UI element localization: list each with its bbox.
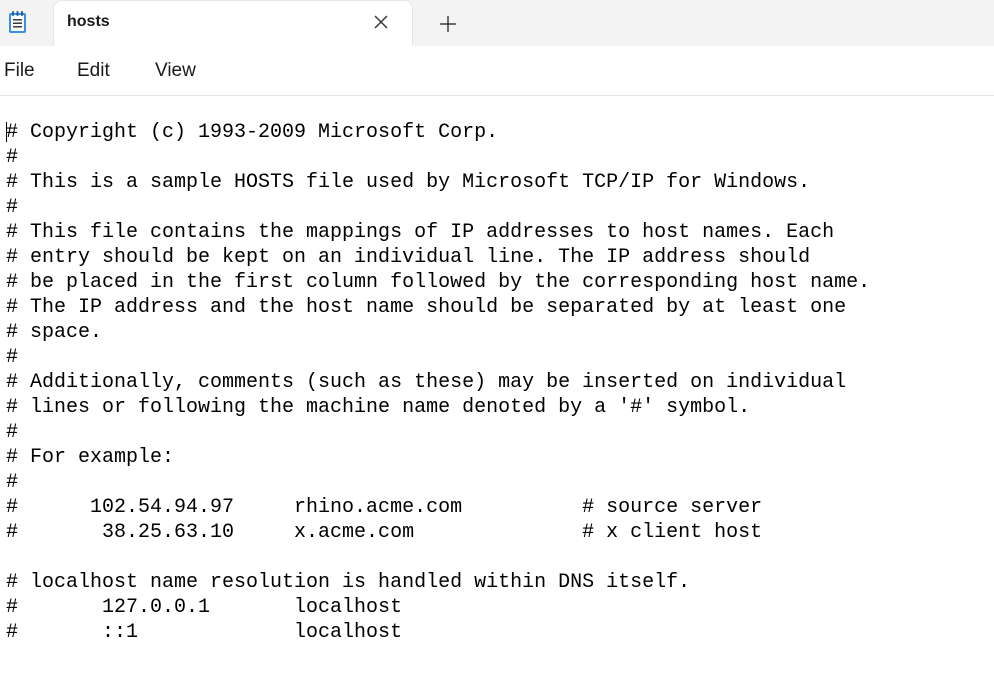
editor-line: # <box>6 471 19 494</box>
editor-line: # 102.54.94.97 rhino.acme.com # source s… <box>6 496 763 519</box>
editor-line: # be placed in the first column followed… <box>6 271 871 294</box>
tab-hosts[interactable]: hosts <box>54 1 412 46</box>
editor-lines: # Copyright (c) 1993-2009 Microsoft Corp… <box>6 120 870 645</box>
menu-bar: File Edit View <box>0 46 994 96</box>
editor-line: # <box>6 346 19 369</box>
editor-line: # This is a sample HOSTS file used by Mi… <box>6 171 811 194</box>
editor-line: # Copyright (c) 1993-2009 Microsoft Corp… <box>6 121 499 144</box>
editor-line: # entry should be kept on an individual … <box>6 246 811 269</box>
text-editor[interactable]: # Copyright (c) 1993-2009 Microsoft Corp… <box>0 96 994 684</box>
editor-line: # localhost name resolution is handled w… <box>6 571 691 594</box>
close-icon[interactable] <box>372 13 390 31</box>
menu-edit[interactable]: Edit <box>77 60 110 82</box>
editor-line: # 127.0.0.1 localhost <box>6 596 403 619</box>
editor-line: # <box>6 196 19 219</box>
editor-line: # space. <box>6 321 103 344</box>
editor-line: # <box>6 421 19 444</box>
editor-line: # <box>6 146 19 169</box>
plus-icon[interactable] <box>436 12 460 36</box>
menu-view[interactable]: View <box>155 60 196 82</box>
editor-line: # For example: <box>6 446 175 469</box>
editor-line: # This file contains the mappings of IP … <box>6 221 835 244</box>
editor-line: # 38.25.63.10 x.acme.com # x client host <box>6 521 763 544</box>
editor-line: # ::1 localhost <box>6 621 403 644</box>
title-bar: hosts <box>0 0 994 46</box>
notepad-icon <box>8 10 27 34</box>
editor-line: # The IP address and the host name shoul… <box>6 296 847 319</box>
editor-line: # lines or following the machine name de… <box>6 396 751 419</box>
tab-title: hosts <box>67 13 110 30</box>
menu-file[interactable]: File <box>4 60 35 82</box>
editor-line: # Additionally, comments (such as these)… <box>6 371 847 394</box>
